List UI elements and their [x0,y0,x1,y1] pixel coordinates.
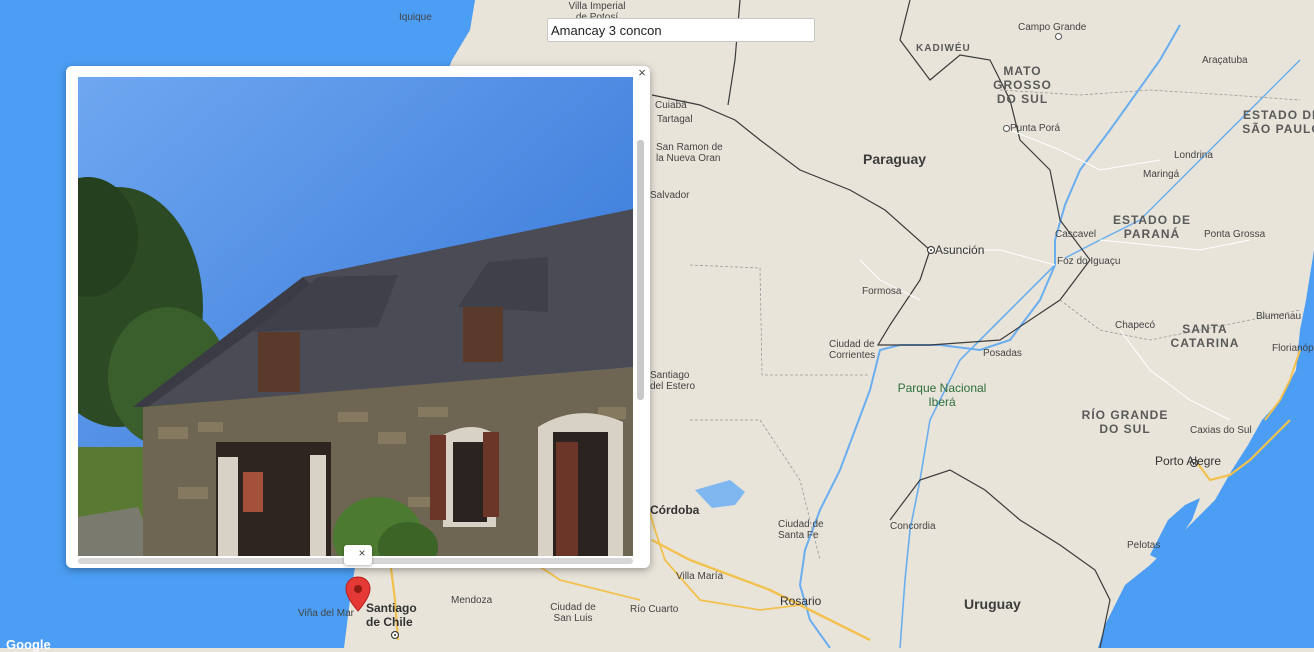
map-label: Paraguay [863,151,927,167]
map-label: Salvador [650,190,690,201]
close-icon[interactable]: × [636,66,648,80]
map-label: Santiago del Estero [650,370,696,392]
map-label: Campo Grande [1018,22,1087,33]
map-label: Asunción [935,243,985,257]
map-label: Punta Porá [1010,123,1061,134]
map-label: MATO GROSSO DO SUL [993,64,1052,106]
map-label: Formosa [862,286,902,297]
map-label: Córdoba [650,503,700,517]
map-label: Uruguay [964,596,1021,612]
map-label: KADIWÉU [916,43,971,54]
map-label: Pelotas [1127,540,1161,551]
map-label: ESTADO DE PARANÁ [1112,213,1192,241]
map-label: Foz do Iguaçu [1057,256,1121,267]
map-label: Concordia [890,521,936,532]
map-label: Caxias do Sul [1190,425,1252,436]
vertical-scrollbar[interactable] [637,140,644,400]
map-label: Rosario [780,594,822,608]
map-label: Chapecó [1115,320,1156,331]
map-label: ESTADO DE SÃO PAULO [1242,108,1314,136]
map-label: Cascavel [1055,229,1097,240]
map-label: Tartagal [657,114,693,125]
map-label: Londrina [1174,150,1213,161]
map-label: Ciudad de Corrientes [829,339,876,361]
map-label: Ciudad de San Luis [550,602,596,624]
map-label: Araçatuba [1202,55,1248,66]
close-icon[interactable]: × [356,546,368,560]
map-label: Mendoza [451,595,493,606]
map-label: Maringá [1143,169,1180,180]
map-label: Santiago de Chile [366,601,417,629]
map-label: Río Cuarto [630,604,679,615]
map-label: Parque Nacional Iberá [897,381,987,409]
map-label: Blumenau [1256,311,1302,322]
map-label: Florianópolis [1272,343,1314,354]
map-label: RÍO GRANDE DO SUL [1081,408,1169,436]
house-photo [78,77,633,556]
map-label: SANTA CATARINA [1170,322,1240,350]
map-label: Cuiabá [655,100,687,111]
map-label: Porto Alegre [1155,454,1222,468]
map-label: Iquique [399,12,432,23]
map-label: Ciudad de Santa Fe [778,519,824,541]
map-label: Posadas [983,348,1022,359]
google-logo: Google [6,637,51,652]
map-label: Villa María [676,571,724,582]
map-label: San Ramon de la Nueva Oran [656,142,723,164]
map-label: Ponta Grossa [1204,229,1266,240]
search-input[interactable] [547,18,815,42]
map-pin-icon[interactable] [345,576,371,612]
